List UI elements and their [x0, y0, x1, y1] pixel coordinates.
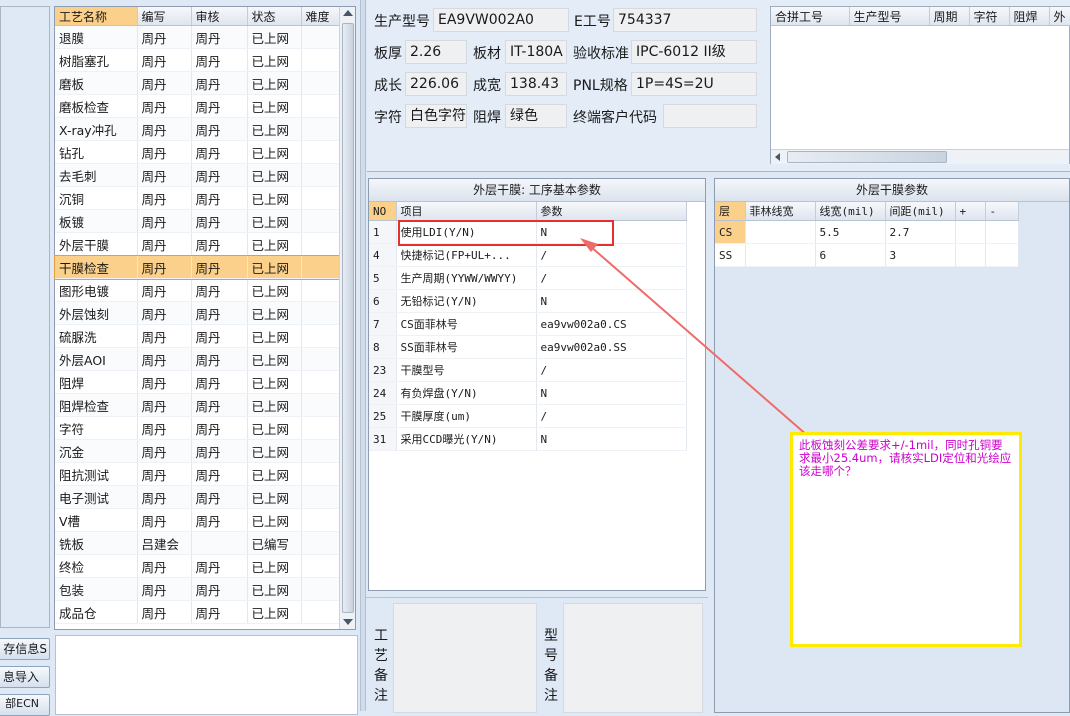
- annotation-text: 此板蚀刻公差要求+/-1mil，同时孔铜要求最小25.4um，请核实LDI定位和…: [799, 438, 1012, 478]
- annotation-box: 此板蚀刻公差要求+/-1mil，同时孔铜要求最小25.4um，请核实LDI定位和…: [790, 432, 1022, 647]
